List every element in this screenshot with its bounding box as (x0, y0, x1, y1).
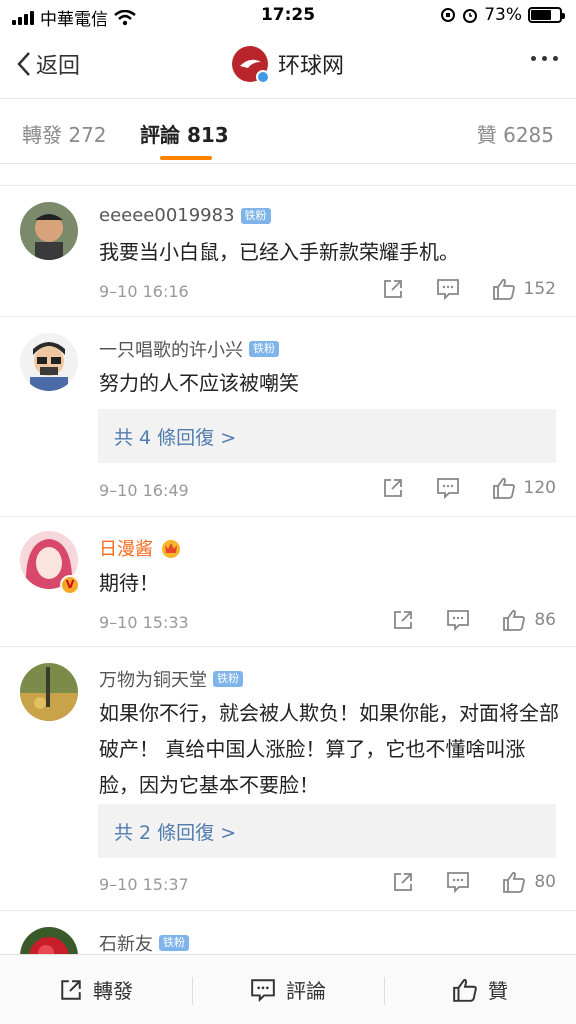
like-count: 152 (523, 279, 556, 299)
previous-comment-actions (380, 164, 560, 172)
vip-badge-icon: V (60, 575, 80, 595)
comment-item[interactable]: 石新友 铁粉 (0, 910, 576, 954)
verified-icon (255, 70, 270, 84)
replies-label[interactable]: 共 4 條回復 > (114, 423, 236, 450)
share-icon[interactable] (382, 278, 404, 300)
comment-username: 石新友 铁粉 (99, 930, 189, 954)
comment-username: eeeee0019983 铁粉 (99, 205, 271, 226)
like-button[interactable]: 贊 (384, 955, 576, 1024)
like-icon (453, 978, 477, 1002)
comment-icon (251, 978, 275, 1002)
status-bar: 中華電信 17:25 73% (0, 0, 576, 34)
battery-percent: 73% (484, 5, 522, 25)
like-button[interactable]: 120 (492, 477, 556, 499)
like-label: 贊 (488, 979, 508, 1003)
username[interactable]: 石新友 (99, 930, 153, 954)
username[interactable]: 万物为铜天堂 (99, 666, 207, 692)
comment-time: 9–10 15:37 (99, 875, 189, 894)
fan-badge: 铁粉 (249, 341, 279, 357)
fan-badge: 铁粉 (213, 671, 243, 687)
replies-link[interactable]: 共 4 條回復 > (98, 409, 556, 463)
share-icon (61, 979, 81, 1000)
username[interactable]: eeeee0019983 (99, 205, 235, 226)
comment-time: 9–10 16:49 (99, 481, 189, 500)
comment-item[interactable]: 一只唱歌的许小兴 铁粉 努力的人不应该被嘲笑 共 4 條回復 > 9–10 16… (0, 316, 576, 516)
comment-username: 万物为铜天堂 铁粉 (99, 666, 243, 692)
comment-list[interactable]: eeeee0019983 铁粉 我要当小白鼠，已经入手新款荣耀手机。 9–10 … (0, 164, 576, 954)
like-button[interactable]: 86 (502, 609, 556, 631)
active-tab-indicator (160, 156, 212, 160)
battery-icon (528, 7, 565, 23)
comment-time: 9–10 16:16 (99, 282, 189, 301)
comment-item[interactable]: eeeee0019983 铁粉 我要当小白鼠，已经入手新款荣耀手机。 9–10 … (0, 185, 576, 316)
repost-button[interactable]: 轉發 (0, 955, 192, 1024)
username[interactable]: 日漫酱 (99, 535, 153, 561)
tab-like[interactable]: 贊 6285 (477, 119, 554, 148)
comment-item[interactable]: V 日漫酱 期待！ 9–10 15:33 86 (0, 516, 576, 646)
avatar[interactable] (20, 333, 78, 391)
comment-username: 日漫酱 (99, 535, 183, 561)
share-icon[interactable] (382, 477, 404, 499)
more-icon[interactable] (531, 56, 558, 61)
comment-icon[interactable] (446, 609, 470, 631)
fan-badge: 铁粉 (240, 207, 271, 224)
comment-time: 9–10 15:33 (99, 613, 189, 632)
member-crown-icon (162, 540, 180, 558)
replies-link[interactable]: 共 2 條回復 > (98, 804, 556, 858)
like-icon (492, 477, 515, 499)
share-icon[interactable] (392, 871, 414, 893)
fan-badge: 铁粉 (159, 935, 189, 951)
comment-text: 努力的人不应该被嘲笑 (99, 371, 299, 395)
tab-bar: 轉發 272 評論 813 贊 6285 (0, 98, 576, 164)
alarm-icon (463, 9, 478, 23)
replies-label[interactable]: 共 2 條回復 > (114, 818, 236, 845)
comment-username: 一只唱歌的许小兴 铁粉 (99, 336, 279, 362)
avatar[interactable] (20, 663, 78, 721)
share-icon[interactable] (392, 609, 414, 631)
comment-label: 評論 (286, 979, 326, 1003)
tab-repost[interactable]: 轉發 272 (22, 119, 107, 148)
like-icon (492, 278, 515, 300)
account-avatar[interactable] (231, 46, 270, 84)
comment-icon[interactable] (436, 477, 460, 499)
tab-comment[interactable]: 評論 813 (140, 119, 229, 148)
repost-label: 轉發 (93, 979, 133, 1003)
comment-text: 如果你不行，就会被人欺负！如果你能，对面将全部破产！ 真给中国人涨脸！算了，它也… (99, 701, 559, 797)
like-count: 120 (523, 478, 556, 498)
like-count: 80 (534, 872, 556, 892)
like-count: 86 (534, 610, 556, 630)
comment-button[interactable]: 評論 (192, 955, 384, 1024)
page-title: 环球网 (277, 54, 344, 79)
comment-text: 期待！ (99, 571, 159, 595)
comment-text: 我要当小白鼠，已经入手新款荣耀手机。 (99, 240, 459, 264)
comment-item[interactable]: 万物为铜天堂 铁粉 如果你不行，就会被人欺负！如果你能，对面将全部破产！ 真给中… (0, 646, 576, 910)
rotation-lock-icon (441, 8, 456, 22)
like-button[interactable]: 152 (492, 278, 556, 300)
like-icon (503, 609, 526, 631)
nav-bar: 返回 环球网 (0, 34, 576, 98)
username[interactable]: 一只唱歌的许小兴 (99, 336, 243, 362)
bottom-action-bar: 轉發 評論 贊 (0, 954, 576, 1024)
like-button[interactable]: 80 (502, 871, 556, 893)
like-icon (503, 871, 526, 893)
avatar[interactable] (20, 202, 78, 260)
comment-icon[interactable] (436, 278, 460, 300)
comment-icon[interactable] (446, 871, 470, 893)
avatar[interactable] (20, 927, 78, 954)
